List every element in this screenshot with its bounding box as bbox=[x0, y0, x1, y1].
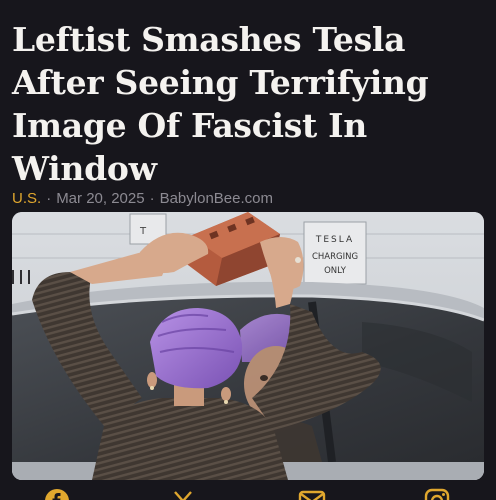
article-meta: U.S. · Mar 20, 2025 · BabylonBee.com bbox=[12, 190, 273, 207]
partial-sign-text: T bbox=[139, 226, 147, 237]
x-icon[interactable] bbox=[170, 488, 196, 500]
article-date: Mar 20, 2025 bbox=[56, 190, 145, 207]
facebook-icon[interactable] bbox=[44, 488, 70, 500]
article-headline[interactable]: Leftist Smashes Tesla After Seeing Terri… bbox=[12, 18, 482, 190]
sign-brand: TESLA bbox=[315, 235, 354, 245]
article-illustration: T TESLA CHARGING ONLY bbox=[12, 212, 484, 480]
sign-line2: ONLY bbox=[324, 266, 347, 276]
category-link[interactable]: U.S. bbox=[12, 190, 41, 207]
tesla-charging-sign: TESLA CHARGING ONLY bbox=[303, 221, 367, 285]
article-source: BabylonBee.com bbox=[159, 190, 273, 207]
email-icon[interactable] bbox=[298, 488, 326, 500]
instagram-icon[interactable] bbox=[424, 488, 450, 500]
meta-separator: · bbox=[149, 190, 155, 207]
meta-separator: · bbox=[46, 190, 52, 207]
share-bar bbox=[0, 484, 496, 500]
sign-line1: CHARGING bbox=[312, 252, 358, 262]
article-image[interactable]: T TESLA CHARGING ONLY bbox=[12, 212, 484, 480]
